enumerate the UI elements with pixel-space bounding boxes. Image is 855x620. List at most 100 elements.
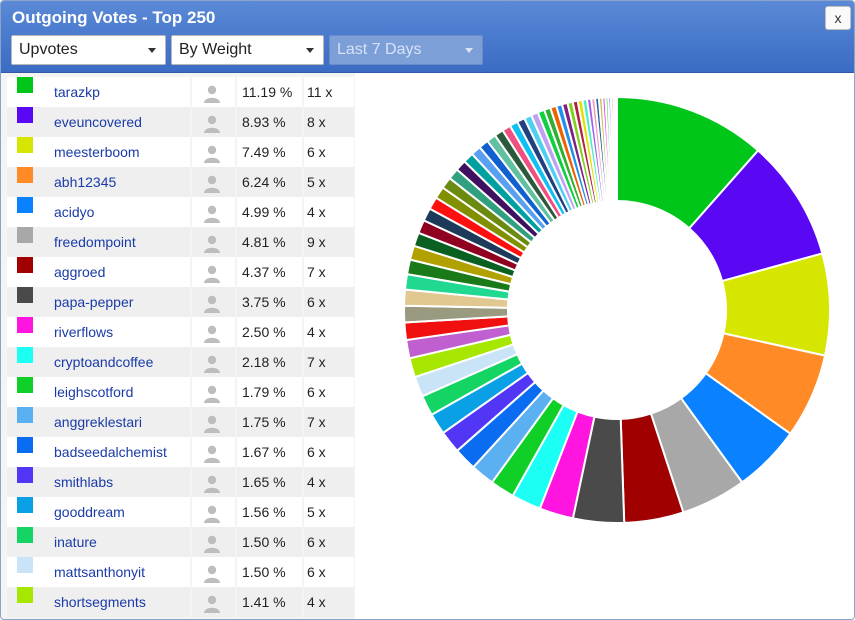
vote-count: 4 x xyxy=(307,204,326,220)
period-dropdown[interactable]: Last 7 Days xyxy=(329,35,483,65)
vote-list: tarazkp 11.19 % 11 x eveuncovered 8.93 % 8 x m… xyxy=(7,77,354,617)
user-icon[interactable] xyxy=(204,353,220,373)
vote-count: 5 x xyxy=(307,174,326,190)
vote-percentage: 11.19 % xyxy=(242,84,293,100)
account-link[interactable]: smithlabs xyxy=(54,467,113,497)
user-icon[interactable] xyxy=(204,233,220,253)
vote-count: 4 x xyxy=(307,474,326,490)
vote-count: 11 x xyxy=(307,84,333,100)
color-swatch xyxy=(17,137,33,153)
user-icon[interactable] xyxy=(204,533,220,553)
vote-percentage: 2.50 % xyxy=(242,324,286,340)
vote-percentage: 1.79 % xyxy=(242,384,286,400)
color-swatch xyxy=(17,227,33,243)
color-swatch xyxy=(17,527,33,543)
color-swatch xyxy=(17,317,33,333)
vote-count: 6 x xyxy=(307,294,326,310)
color-swatch xyxy=(17,467,33,483)
vote-percentage: 4.81 % xyxy=(242,234,286,250)
table-row: meesterboom 7.49 % 6 x xyxy=(7,137,354,167)
chevron-down-icon xyxy=(148,48,156,53)
account-link[interactable]: papa-pepper xyxy=(54,287,133,317)
user-icon[interactable] xyxy=(204,593,220,613)
vote-count: 4 x xyxy=(307,324,326,340)
table-row: smithlabs 1.65 % 4 x xyxy=(7,467,354,497)
color-swatch xyxy=(17,167,33,183)
user-icon[interactable] xyxy=(204,563,220,583)
vote-percentage: 1.67 % xyxy=(242,444,286,460)
close-button[interactable]: x xyxy=(825,6,851,30)
color-swatch xyxy=(17,377,33,393)
account-link[interactable]: aggroed xyxy=(54,257,105,287)
table-row: papa-pepper 3.75 % 6 x xyxy=(7,287,354,317)
user-icon[interactable] xyxy=(204,323,220,343)
table-row: anggreklestari 1.75 % 7 x xyxy=(7,407,354,437)
vote-count: 6 x xyxy=(307,444,326,460)
vote-count: 7 x xyxy=(307,354,326,370)
donut-slice[interactable] xyxy=(614,95,618,203)
user-icon[interactable] xyxy=(204,263,220,283)
sort-by-dropdown[interactable]: By Weight xyxy=(171,35,324,65)
account-link[interactable]: shortsegments xyxy=(54,587,146,617)
table-row: abh12345 6.24 % 5 x xyxy=(7,167,354,197)
account-link[interactable]: acidyo xyxy=(54,197,94,227)
account-link[interactable]: gooddream xyxy=(54,497,125,527)
user-icon[interactable] xyxy=(204,83,220,103)
color-swatch xyxy=(17,347,33,363)
account-link[interactable]: riverflows xyxy=(54,317,113,347)
account-link[interactable]: inature xyxy=(54,527,97,557)
user-icon[interactable] xyxy=(204,113,220,133)
color-swatch xyxy=(17,437,33,453)
color-swatch xyxy=(17,557,33,573)
color-swatch xyxy=(17,107,33,123)
vote-count: 6 x xyxy=(307,534,326,550)
vote-percentage: 1.75 % xyxy=(242,414,286,430)
table-row: mattsanthonyit 1.50 % 6 x xyxy=(7,557,354,587)
account-link[interactable]: tarazkp xyxy=(54,77,100,107)
period-value: Last 7 Days xyxy=(337,41,422,58)
vote-percentage: 1.50 % xyxy=(242,534,286,550)
table-row: acidyo 4.99 % 4 x xyxy=(7,197,354,227)
vote-percentage: 8.93 % xyxy=(242,114,286,130)
vote-percentage: 7.49 % xyxy=(242,144,286,160)
user-icon[interactable] xyxy=(204,143,220,163)
vote-count: 9 x xyxy=(307,234,326,250)
account-link[interactable]: abh12345 xyxy=(54,167,116,197)
table-row: eveuncovered 8.93 % 8 x xyxy=(7,107,354,137)
vote-weight-donut-chart xyxy=(403,95,831,524)
account-link[interactable]: leighscotford xyxy=(54,377,133,407)
table-row: freedompoint 4.81 % 9 x xyxy=(7,227,354,257)
user-icon[interactable] xyxy=(204,443,220,463)
color-swatch xyxy=(17,407,33,423)
table-row: aggroed 4.37 % 7 x xyxy=(7,257,354,287)
vote-percentage: 4.99 % xyxy=(242,204,286,220)
table-row: inature 1.50 % 6 x xyxy=(7,527,354,557)
chevron-down-icon xyxy=(465,48,473,53)
account-link[interactable]: freedompoint xyxy=(54,227,136,257)
color-swatch xyxy=(17,497,33,513)
account-link[interactable]: badseedalchemist xyxy=(54,437,167,467)
table-row: tarazkp 11.19 % 11 x xyxy=(7,77,354,107)
account-link[interactable]: meesterboom xyxy=(54,137,140,167)
user-icon[interactable] xyxy=(204,203,220,223)
account-link[interactable]: cryptoandcoffee xyxy=(54,347,153,377)
outgoing-votes-window: Outgoing Votes - Top 250 x Upvotes By We… xyxy=(0,0,855,620)
user-icon[interactable] xyxy=(204,413,220,433)
vote-count: 7 x xyxy=(307,264,326,280)
account-link[interactable]: eveuncovered xyxy=(54,107,142,137)
account-link[interactable]: anggreklestari xyxy=(54,407,142,437)
user-icon[interactable] xyxy=(204,173,220,193)
vote-type-dropdown[interactable]: Upvotes xyxy=(11,35,166,65)
table-row: badseedalchemist 1.67 % 6 x xyxy=(7,437,354,467)
table-row: cryptoandcoffee 2.18 % 7 x xyxy=(7,347,354,377)
table-row: shortsegments 1.41 % 4 x xyxy=(7,587,354,617)
vote-count: 5 x xyxy=(307,504,326,520)
user-icon[interactable] xyxy=(204,503,220,523)
user-icon[interactable] xyxy=(204,293,220,313)
table-row: leighscotford 1.79 % 6 x xyxy=(7,377,354,407)
color-swatch xyxy=(17,287,33,303)
user-icon[interactable] xyxy=(204,383,220,403)
table-row: riverflows 2.50 % 4 x xyxy=(7,317,354,347)
user-icon[interactable] xyxy=(204,473,220,493)
account-link[interactable]: mattsanthonyit xyxy=(54,557,145,587)
